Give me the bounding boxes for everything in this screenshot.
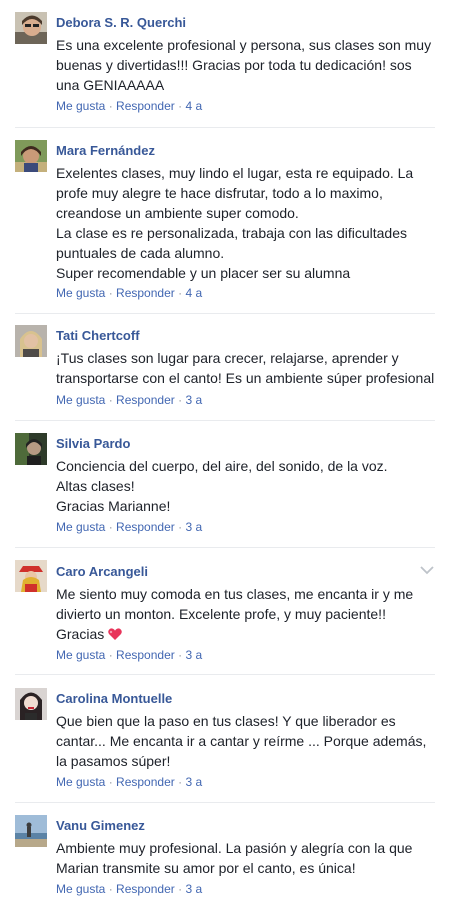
comment-line: buenas y divertidas!!! Gracias por toda … — [56, 57, 412, 73]
timestamp-link[interactable]: 4 a — [185, 99, 202, 113]
like-link[interactable]: Me gusta — [56, 393, 105, 407]
comment-text: Exelentes clases, muy lindo el lugar, es… — [56, 163, 456, 283]
separator-dot: · — [108, 520, 113, 534]
reply-link[interactable]: Responder — [116, 520, 175, 534]
comment-line: la pasamos súper! — [56, 753, 171, 769]
separator-dot: · — [108, 393, 113, 407]
comment-line: cantar... Me encanta ir a cantar y reírm… — [56, 733, 427, 749]
comment-line: ¡Tus clases son lugar para crecer, relaj… — [56, 350, 399, 366]
timestamp-link[interactable]: 3 a — [185, 648, 202, 662]
comment-line: La clase es re personalizada, trabaja co… — [56, 225, 407, 241]
comment-text: Es una excelente profesional y persona, … — [56, 35, 456, 95]
separator-dot: · — [178, 393, 183, 407]
comment-line: Gracias Marianne! — [56, 498, 171, 514]
comment-author-name[interactable]: Carolina Montuelle — [56, 690, 172, 707]
separator-dot: · — [108, 882, 113, 896]
separator-dot: · — [178, 882, 183, 896]
reply-link[interactable]: Responder — [116, 775, 175, 789]
timestamp-link[interactable]: 3 a — [185, 393, 202, 407]
avatar[interactable] — [15, 815, 47, 847]
comment-actions: Me gusta · Responder · 4 a — [56, 98, 202, 114]
comment-line: una GENIAAAAA — [56, 77, 165, 93]
like-link[interactable]: Me gusta — [56, 520, 105, 534]
timestamp-link[interactable]: 3 a — [185, 520, 202, 534]
comment-divider — [15, 547, 435, 548]
reply-link[interactable]: Responder — [116, 882, 175, 896]
avatar[interactable] — [15, 688, 47, 720]
comment-actions: Me gusta · Responder · 4 a — [56, 285, 202, 301]
comment-line: Que bien que la paso en tus clases! Y qu… — [56, 713, 396, 729]
comment-line: Super recomendable y un placer ser su al… — [56, 265, 351, 281]
comment-line-text: Gracias — [56, 626, 105, 642]
avatar[interactable] — [15, 140, 47, 172]
separator-dot: · — [178, 648, 183, 662]
like-link[interactable]: Me gusta — [56, 882, 105, 896]
comment-line: Me siento muy comoda en tus clases, me e… — [56, 586, 414, 602]
comment-text: Conciencia del cuerpo, del aire, del son… — [56, 456, 456, 516]
timestamp-link[interactable]: 4 a — [185, 286, 202, 300]
reply-link[interactable]: Responder — [116, 393, 175, 407]
comment-line: puntuales de cada alumno. — [56, 245, 225, 261]
timestamp-link[interactable]: 3 a — [185, 882, 202, 896]
separator-dot: · — [178, 775, 183, 789]
comment-line: Exelentes clases, muy lindo el lugar, es… — [56, 165, 414, 181]
separator-dot: · — [108, 99, 113, 113]
comment-text: Ambiente muy profesional. La pasión y al… — [56, 838, 456, 878]
comment-actions: Me gusta · Responder · 3 a — [56, 519, 202, 535]
separator-dot: · — [108, 286, 113, 300]
comment-line: Ambiente muy profesional. La pasión y al… — [56, 840, 413, 856]
comment-divider — [15, 674, 435, 675]
comment-line: creandose un ambiente super comodo. — [56, 205, 299, 221]
reply-link[interactable]: Responder — [116, 99, 175, 113]
comment-actions: Me gusta · Responder · 3 a — [56, 392, 202, 408]
sparkling-heart-icon — [108, 628, 122, 640]
like-link[interactable]: Me gusta — [56, 648, 105, 662]
comment-author-name[interactable]: Tati Chertcoff — [56, 327, 140, 344]
comment-line: profe muy alegre te hace disfrutar, todo… — [56, 185, 383, 201]
comment-author-name[interactable]: Silvia Pardo — [56, 435, 130, 452]
comment-actions: Me gusta · Responder · 3 a — [56, 881, 202, 897]
avatar[interactable] — [15, 325, 47, 357]
comment-text: Me siento muy comoda en tus clases, me e… — [56, 584, 456, 644]
comment-line: Marian transmite su amor por el canto, e… — [56, 860, 356, 876]
comment-text: ¡Tus clases son lugar para crecer, relaj… — [56, 348, 456, 388]
comment-line: divierto un monton. Excelente profe, y m… — [56, 606, 386, 622]
comment-author-name[interactable]: Debora S. R. Querchi — [56, 14, 186, 31]
comment-author-name[interactable]: Caro Arcangeli — [56, 563, 148, 580]
comment-text: Que bien que la paso en tus clases! Y qu… — [56, 711, 456, 771]
comment-divider — [15, 313, 435, 314]
like-link[interactable]: Me gusta — [56, 775, 105, 789]
comment-line: Gracias — [56, 624, 456, 644]
comment-line: transportarse con el canto! Es un ambien… — [56, 370, 435, 386]
comment-line: Conciencia del cuerpo, del aire, del son… — [56, 458, 388, 474]
avatar[interactable] — [15, 12, 47, 44]
comment-actions: Me gusta · Responder · 3 a — [56, 774, 202, 790]
avatar[interactable] — [15, 560, 47, 592]
comment-author-name[interactable]: Vanu Gimenez — [56, 817, 145, 834]
comment-line: Es una excelente profesional y persona, … — [56, 37, 432, 53]
comment-divider — [15, 420, 435, 421]
separator-dot: · — [178, 520, 183, 534]
like-link[interactable]: Me gusta — [56, 99, 105, 113]
separator-dot: · — [108, 648, 113, 662]
separator-dot: · — [108, 775, 113, 789]
comment-line: Altas clases! — [56, 478, 135, 494]
reply-link[interactable]: Responder — [116, 286, 175, 300]
comment-divider — [15, 127, 435, 128]
separator-dot: · — [178, 286, 183, 300]
comment-actions: Me gusta · Responder · 3 a — [56, 647, 202, 663]
comment-divider — [15, 802, 435, 803]
like-link[interactable]: Me gusta — [56, 286, 105, 300]
comment-author-name[interactable]: Mara Fernández — [56, 142, 155, 159]
separator-dot: · — [178, 99, 183, 113]
timestamp-link[interactable]: 3 a — [185, 775, 202, 789]
chevron-down-icon[interactable] — [419, 562, 435, 578]
reply-link[interactable]: Responder — [116, 648, 175, 662]
avatar[interactable] — [15, 433, 47, 465]
